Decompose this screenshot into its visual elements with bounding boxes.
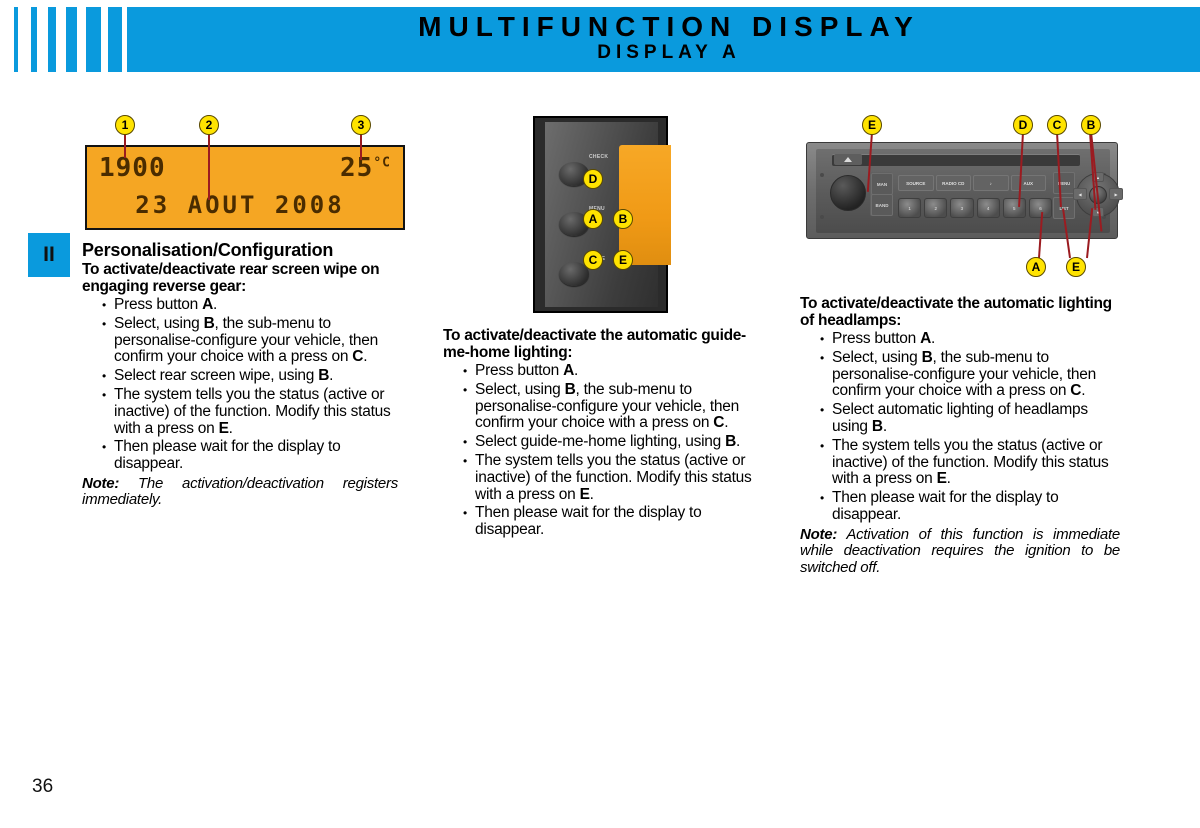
multifunction-display-screen: 1900 25°C 23 AOUT 2008 xyxy=(85,145,405,230)
list-item: Then please wait for the display to disa… xyxy=(463,504,759,539)
left-column-steps: Press button A. Select, using B, the sub… xyxy=(82,296,398,473)
callout-panel-b: B xyxy=(613,209,633,229)
eject-button[interactable] xyxy=(834,154,862,165)
page-header: MULTIFUNCTION DISPLAY DISPLAY A xyxy=(0,0,1200,72)
display-time: 1900 xyxy=(99,153,166,183)
list-item: The system tells you the status (active … xyxy=(102,385,398,437)
callout-panel-d: D xyxy=(583,169,603,189)
page-title: MULTIFUNCTION DISPLAY xyxy=(418,11,920,42)
step-text: The system tells you the status (active … xyxy=(475,451,752,503)
display-temperature: 25°C xyxy=(340,153,391,183)
step-text: The system tells you the status (active … xyxy=(832,436,1109,488)
nav-right-icon[interactable]: ▶ xyxy=(1109,188,1123,200)
list-item: Select automatic lighting of headlamps u… xyxy=(820,401,1120,436)
man-button[interactable]: MAN xyxy=(871,173,893,195)
callout-panel-c: C xyxy=(583,250,603,270)
display-date: 23 AOUT 2008 xyxy=(135,191,345,219)
list-item: Select, using B, the sub-menu to persona… xyxy=(463,380,759,432)
list-item: Select, using B, the sub-menu to persona… xyxy=(820,348,1120,400)
header-stripe-decoration xyxy=(0,7,140,72)
page-subtitle: DISPLAY A xyxy=(597,42,741,63)
step-text: Press button A. xyxy=(475,362,579,379)
display-temperature-value: 25 xyxy=(340,153,374,183)
page-number: 36 xyxy=(32,776,54,797)
callout-leader-2 xyxy=(208,132,210,200)
middle-column-steps: Press button A. Select, using B, the sub… xyxy=(443,362,759,539)
callout-radio-e-bottom: E xyxy=(1066,257,1086,277)
source-button-row: SOURCE RADIO CD ♪ AUX xyxy=(898,175,1046,191)
middle-column-subhead: To activate/deactivate the automatic gui… xyxy=(443,327,746,361)
step-text: Then please wait for the display to disa… xyxy=(114,438,341,473)
list-item: Then please wait for the display to disa… xyxy=(102,438,398,473)
list-item: Select, using B, the sub-menu to persona… xyxy=(102,314,398,366)
step-text: Select, using B, the sub-menu to persona… xyxy=(114,314,378,366)
callout-radio-e-top: E xyxy=(862,115,882,135)
callout-panel-e: E xyxy=(613,250,633,270)
note-label: Note: xyxy=(82,474,120,492)
music-note-icon-button[interactable]: ♪ xyxy=(973,175,1009,191)
radio-faceplate: MAN BAND SOURCE RADIO CD ♪ AUX 1 2 3 4 5… xyxy=(816,149,1123,233)
callout-leader-3 xyxy=(360,132,362,160)
column-middle: To activate/deactivate the automatic gui… xyxy=(443,327,759,541)
step-text: Select, using B, the sub-menu to persona… xyxy=(475,380,739,432)
list-item: Select guide-me-home lighting, using B. xyxy=(463,433,759,451)
list-item: Press button A. xyxy=(463,362,759,380)
panel-lcd-screen xyxy=(619,145,671,265)
step-text: Then please wait for the display to disa… xyxy=(832,489,1059,523)
volume-knob[interactable] xyxy=(830,175,866,211)
band-button[interactable]: BAND xyxy=(871,194,893,216)
callout-1: 1 xyxy=(115,115,135,135)
nav-left-icon[interactable]: ◀ xyxy=(1073,188,1087,200)
preset-button-row: 1 2 3 4 5 6 xyxy=(898,198,1053,218)
note-text: The activation/deactivation registers im… xyxy=(82,474,398,509)
right-column-subhead: To activate/deactivate the automatic lig… xyxy=(800,295,1112,329)
list-item: The system tells you the status (active … xyxy=(820,436,1120,488)
left-column-note: Note: The activation/deactivation regist… xyxy=(82,474,398,509)
list-item: The system tells you the status (active … xyxy=(463,451,759,503)
callout-3: 3 xyxy=(351,115,371,135)
step-text: Select guide-me-home lighting, using B. xyxy=(475,433,741,451)
menu-button[interactable]: MENU xyxy=(1053,172,1075,194)
callout-radio-a: A xyxy=(1026,257,1046,277)
step-text: The system tells you the status (active … xyxy=(114,385,391,437)
knob-label-check: CHECK xyxy=(589,154,609,160)
list-item: Select rear screen wipe, using B. xyxy=(102,367,398,385)
note-label: Note: xyxy=(800,525,838,543)
step-text: Press button A. xyxy=(832,330,936,347)
list-item: Press button A. xyxy=(820,330,1120,348)
column-left: Personalisation/Configuration To activat… xyxy=(82,240,398,509)
callout-radio-d: D xyxy=(1013,115,1033,135)
left-column-title: Personalisation/Configuration xyxy=(82,240,334,260)
eject-icon xyxy=(844,157,852,162)
list-item: Then please wait for the display to disa… xyxy=(820,489,1120,524)
preset-button-5[interactable]: 5 xyxy=(1002,198,1026,218)
car-radio-figure: MAN BAND SOURCE RADIO CD ♪ AUX 1 2 3 4 5… xyxy=(806,142,1123,239)
display-temperature-unit: °C xyxy=(373,155,391,171)
step-text: Press button A. xyxy=(114,296,218,313)
preset-button-2[interactable]: 2 xyxy=(924,198,948,218)
section-tab: II xyxy=(28,233,70,277)
column-right: To activate/deactivate the automatic lig… xyxy=(800,295,1120,577)
radio-cd-button[interactable]: RADIO CD xyxy=(935,175,971,191)
list-item: Press button A. xyxy=(102,296,398,314)
callout-radio-c: C xyxy=(1047,115,1067,135)
step-text: Select rear screen wipe, using B. xyxy=(114,367,334,385)
right-column-note: Note: Activation of this function is imm… xyxy=(800,525,1120,577)
callout-leader-1 xyxy=(124,132,126,158)
preset-button-1[interactable]: 1 xyxy=(898,198,922,218)
preset-button-4[interactable]: 4 xyxy=(976,198,1000,218)
step-text: Select, using B, the sub-menu to persona… xyxy=(832,348,1096,400)
band-button-group: MAN BAND xyxy=(870,172,893,216)
preset-button-3[interactable]: 3 xyxy=(950,198,974,218)
source-button[interactable]: SOURCE xyxy=(898,175,934,191)
step-text: Select automatic lighting of headlamps u… xyxy=(832,401,1088,435)
callout-2: 2 xyxy=(199,115,219,135)
right-column-steps: Press button A. Select, using B, the sub… xyxy=(800,330,1120,524)
callout-radio-b: B xyxy=(1081,115,1101,135)
step-text: Then please wait for the display to disa… xyxy=(475,504,702,539)
callout-panel-a: A xyxy=(583,209,603,229)
aux-button[interactable]: AUX xyxy=(1010,175,1046,191)
note-text: Activation of this function is immediate… xyxy=(800,525,1120,576)
left-column-subhead: To activate/deactivate rear screen wipe … xyxy=(82,261,380,295)
